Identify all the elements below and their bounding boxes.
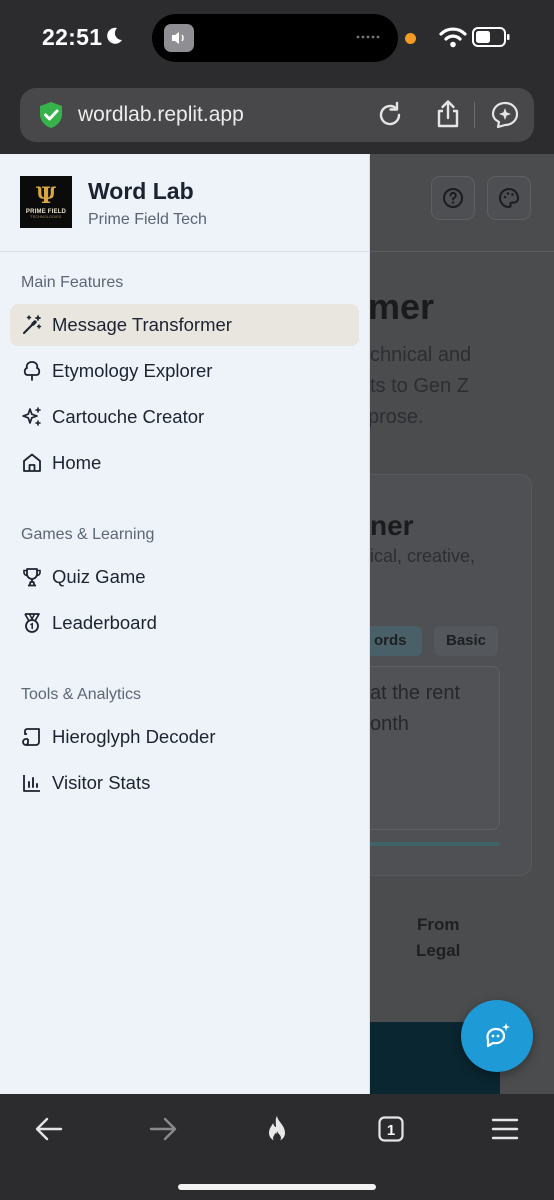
url-text[interactable]: wordlab.replit.app — [78, 103, 244, 127]
section-label-main-features: Main Features — [21, 274, 124, 291]
sidebar-brand: Ψ PRIME FIELD TECHNOLOGIES Word Lab Prim… — [0, 154, 370, 252]
scroll-icon — [22, 728, 40, 746]
privacy-indicator-dot — [405, 33, 416, 44]
help-icon — [443, 188, 463, 208]
sidebar-drawer: Ψ PRIME FIELD TECHNOLOGIES Word Lab Prim… — [0, 154, 370, 1094]
mode-chip: ords — [370, 626, 422, 656]
sidebar-item-cartouche-creator[interactable]: Cartouche Creator — [10, 396, 359, 438]
assistant-fab[interactable] — [461, 1000, 533, 1072]
fire-button[interactable] — [259, 1112, 295, 1146]
chat-sparkle-icon — [486, 1023, 510, 1048]
palette-icon — [499, 187, 520, 209]
page-desc-line: chnical and — [370, 344, 472, 366]
sidebar-item-visitor-stats[interactable]: Visitor Stats — [10, 762, 359, 804]
back-button[interactable] — [31, 1112, 67, 1146]
status-time: 22:51 — [42, 24, 103, 50]
logo-glyph: Ψ — [35, 183, 57, 209]
section-label-tools-analytics: Tools & Analytics — [21, 686, 142, 703]
sidebar-item-label: Leaderboard — [52, 612, 157, 633]
url-field[interactable]: wordlab.replit.app — [20, 88, 534, 142]
shield-icon[interactable] — [36, 100, 66, 130]
background-page: mer chnical and ts to Gen Z prose. ner i… — [370, 154, 554, 1094]
dynamic-island — [152, 14, 398, 62]
assistant-sparkle-icon[interactable] — [490, 100, 520, 130]
mode-chip-basic: Basic — [434, 626, 499, 656]
trophy-icon — [23, 568, 41, 587]
home-indicator — [178, 1184, 376, 1190]
sidebar-item-home[interactable]: Home — [10, 442, 359, 484]
speaker-icon — [164, 24, 194, 52]
tabs-button[interactable]: 1 — [373, 1112, 409, 1146]
from-label: From — [416, 915, 460, 934]
wifi-icon — [439, 27, 467, 48]
tab-count: 1 — [386, 1121, 396, 1139]
medal-icon — [24, 613, 40, 633]
app-subtitle: Prime Field Tech — [88, 211, 207, 228]
logo-subtext: TECHNOLOGIES — [30, 215, 62, 219]
share-icon[interactable] — [434, 99, 462, 129]
textarea-line: onth — [370, 713, 409, 735]
page-heading: mer — [370, 286, 435, 327]
toolbar-separator — [474, 102, 475, 128]
from-legal-label: From Legal — [416, 912, 460, 964]
sidebar-item-label: Message Transformer — [52, 314, 232, 335]
home-icon — [23, 453, 41, 472]
menu-button[interactable] — [487, 1112, 523, 1146]
sidebar-item-label: Cartouche Creator — [52, 406, 205, 427]
card-title: ner — [370, 510, 414, 541]
tree-icon — [23, 361, 41, 381]
battery-icon — [472, 27, 510, 47]
forward-button[interactable] — [145, 1112, 181, 1146]
bar-chart-icon — [23, 775, 40, 792]
help-button — [431, 176, 475, 220]
page-desc-line: prose. — [370, 406, 424, 428]
flame-icon — [269, 1116, 285, 1142]
sidebar-item-etymology-explorer[interactable]: Etymology Explorer — [10, 350, 359, 392]
legal-label: Legal — [416, 941, 461, 960]
sidebar-item-message-transformer[interactable]: Message Transformer — [10, 304, 359, 346]
hamburger-menu-icon — [491, 1118, 519, 1140]
sidebar-item-hieroglyph-decoder[interactable]: Hieroglyph Decoder — [10, 716, 359, 758]
sidebar-item-leaderboard[interactable]: Leaderboard — [10, 602, 359, 644]
magic-wand-icon — [23, 315, 42, 334]
card-subtitle: ical, creative, — [370, 546, 476, 566]
sidebar-item-label: Home — [52, 452, 102, 473]
brand-logo: Ψ PRIME FIELD TECHNOLOGIES — [20, 176, 72, 228]
sidebar-item-quiz-game[interactable]: Quiz Game — [10, 556, 359, 598]
page-desc-line: ts to Gen Z — [370, 375, 469, 397]
sidebar-item-label: Etymology Explorer — [52, 360, 213, 381]
progress-bar — [370, 842, 500, 846]
arrow-left-icon — [35, 1117, 63, 1141]
status-bar: 22:51 — [0, 0, 554, 78]
theme-button — [487, 176, 531, 220]
moon-icon — [107, 27, 122, 44]
sparkles-icon — [22, 407, 41, 426]
section-label-games-learning: Games & Learning — [21, 526, 155, 543]
browser-address-bar: wordlab.replit.app — [0, 78, 554, 154]
header-divider — [370, 251, 554, 252]
sidebar-item-label: Hieroglyph Decoder — [52, 726, 216, 747]
app-title: Word Lab — [88, 178, 194, 204]
dots-icon — [356, 35, 380, 39]
sidebar-item-label: Quiz Game — [52, 566, 146, 587]
reload-icon[interactable] — [376, 101, 404, 129]
browser-toolbar: 1 — [0, 1094, 554, 1200]
arrow-right-icon — [149, 1117, 177, 1141]
textarea-line: at the rent — [370, 682, 461, 704]
sidebar-item-label: Visitor Stats — [52, 772, 151, 793]
